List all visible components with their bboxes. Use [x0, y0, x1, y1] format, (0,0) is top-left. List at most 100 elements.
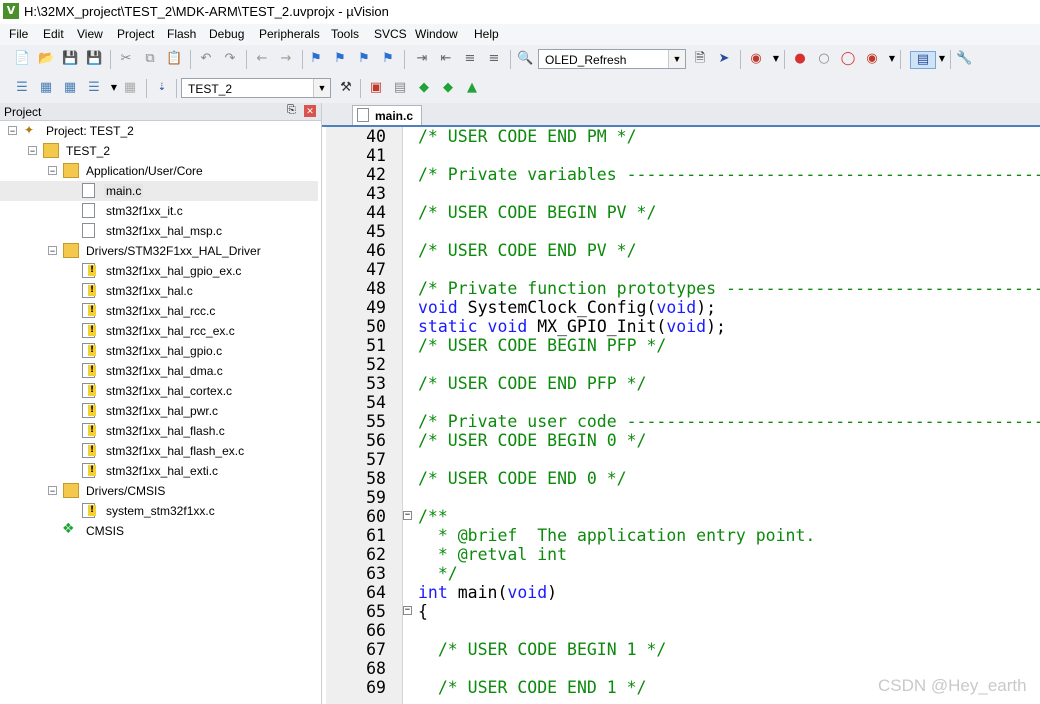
tree-file[interactable]: stm32f1xx_hal_pwr.c — [0, 401, 321, 421]
collapse-icon[interactable]: − — [48, 166, 57, 176]
code-line[interactable]: 63 */ — [322, 564, 1040, 583]
build-icon[interactable]: ▦ — [38, 80, 54, 96]
code-line[interactable]: 44 /* USER CODE BEGIN PV */ — [322, 203, 1040, 222]
window-layout-icon[interactable]: ▤ — [910, 51, 936, 69]
pin-icon[interactable]: ⎘ — [287, 104, 296, 117]
collapse-icon[interactable]: − — [8, 126, 17, 136]
unindent-icon[interactable]: ⇤ — [438, 51, 454, 67]
menu-tools[interactable]: Tools — [331, 27, 359, 41]
chevron-down-icon[interactable]: ▼ — [668, 50, 685, 68]
prev-bookmark-icon[interactable]: ⚑ — [332, 51, 348, 67]
tree-file[interactable]: stm32f1xx_hal_rcc.c — [0, 301, 321, 321]
batch-build-icon[interactable]: ☰ — [86, 80, 102, 96]
code-line[interactable]: 67 /* USER CODE BEGIN 1 */ — [322, 640, 1040, 659]
download-icon[interactable]: ⇣ — [154, 80, 170, 96]
tree-file[interactable]: main.c — [0, 181, 318, 201]
code-line[interactable]: 55 /* Private user code -----------------… — [322, 412, 1040, 431]
clear-bookmarks-icon[interactable]: ⚑ — [380, 51, 396, 67]
code-line[interactable]: 42 /* Private variables -----------------… — [322, 165, 1040, 184]
code-line[interactable]: 61 * @brief The application entry point. — [322, 526, 1040, 545]
target-options-icon[interactable]: ⚒ — [338, 80, 354, 96]
target-select[interactable]: TEST_2 ▼ — [181, 78, 331, 98]
paste-icon[interactable]: 📋 — [166, 51, 182, 67]
tree-file[interactable]: stm32f1xx_hal_gpio_ex.c — [0, 261, 321, 281]
code-line[interactable]: 66 — [322, 621, 1040, 640]
nav-forward-icon[interactable]: → — [278, 51, 294, 67]
tree-file[interactable]: stm32f1xx_hal_cortex.c — [0, 381, 321, 401]
tree-component[interactable]: ❖ CMSIS — [0, 521, 321, 541]
tree-file[interactable]: stm32f1xx_hal_rcc_ex.c — [0, 321, 321, 341]
tree-group[interactable]: − Drivers/STM32F1xx_HAL_Driver — [0, 241, 321, 261]
redo-icon[interactable]: ↷ — [222, 51, 238, 67]
enable-breakpoint-icon[interactable]: ○ — [816, 51, 832, 67]
disable-breakpoints-icon[interactable]: ◯ — [840, 51, 856, 67]
code-line[interactable]: 54 — [322, 393, 1040, 412]
code-line[interactable]: 52 — [322, 355, 1040, 374]
menu-debug[interactable]: Debug — [209, 27, 244, 41]
code-line[interactable]: 56 /* USER CODE BEGIN 0 */ — [322, 431, 1040, 450]
code-line[interactable]: 43 — [322, 184, 1040, 203]
collapse-icon[interactable]: − — [48, 486, 57, 496]
open-folder-icon[interactable]: 📂 — [38, 51, 54, 67]
find-in-files-icon[interactable]: 🔍 — [517, 51, 533, 67]
code-line[interactable]: 45 — [322, 222, 1040, 241]
tree-file[interactable]: stm32f1xx_hal_gpio.c — [0, 341, 321, 361]
code-line[interactable]: 49 void SystemClock_Config(void); — [322, 298, 1040, 317]
code-line[interactable]: 62 * @retval int — [322, 545, 1040, 564]
collapse-icon[interactable]: − — [28, 146, 37, 156]
code-line[interactable]: 60 −/** — [322, 507, 1040, 526]
close-icon[interactable]: ✕ — [304, 105, 316, 117]
nav-back-icon[interactable]: ← — [254, 51, 270, 67]
manage-project-items-icon[interactable]: ▣ — [368, 80, 384, 96]
indent-icon[interactable]: ⇥ — [414, 51, 430, 67]
code-line[interactable]: 51 /* USER CODE BEGIN PFP */ — [322, 336, 1040, 355]
menu-peripherals[interactable]: Peripherals — [259, 27, 320, 41]
comment-icon[interactable]: ≡ — [462, 51, 478, 67]
code-line[interactable]: 64 int main(void) — [322, 583, 1040, 602]
tree-file[interactable]: stm32f1xx_it.c — [0, 201, 321, 221]
tree-file[interactable]: stm32f1xx_hal_exti.c — [0, 461, 321, 481]
menu-project[interactable]: Project — [117, 27, 154, 41]
find-combo[interactable]: OLED_Refresh ▼ — [538, 49, 686, 69]
translate-icon[interactable]: ☰ — [14, 80, 30, 96]
menu-help[interactable]: Help — [474, 27, 499, 41]
tree-file[interactable]: stm32f1xx_hal_flash_ex.c — [0, 441, 321, 461]
save-icon[interactable]: 💾 — [62, 51, 78, 67]
manage-runtime-icon[interactable]: ◆ — [416, 80, 432, 96]
kill-breakpoints-icon[interactable]: ◉ — [864, 51, 880, 67]
collapse-icon[interactable]: − — [48, 246, 57, 256]
tree-file[interactable]: stm32f1xx_hal.c — [0, 281, 321, 301]
chevron-down-icon[interactable]: ▼ — [934, 51, 950, 67]
tree-file[interactable]: stm32f1xx_hal_dma.c — [0, 361, 321, 381]
select-pack-icon[interactable]: ▲ — [464, 80, 480, 96]
tree-group[interactable]: − Application/User/Core — [0, 161, 321, 181]
insert-breakpoint-icon[interactable]: ● — [792, 51, 808, 67]
code-line[interactable]: 41 — [322, 146, 1040, 165]
tree-root[interactable]: − ✦ Project: TEST_2 — [0, 121, 321, 141]
code-line[interactable]: 53 /* USER CODE END PFP */ — [322, 374, 1040, 393]
fold-toggle-icon[interactable]: − — [403, 511, 412, 520]
menu-flash[interactable]: Flash — [167, 27, 196, 41]
menu-svcs[interactable]: SVCS — [374, 27, 407, 41]
code-line[interactable]: 48 /* Private function prototypes -------… — [322, 279, 1040, 298]
new-file-icon[interactable]: 📄 — [14, 51, 30, 67]
code-line[interactable]: 46 /* USER CODE END PV */ — [322, 241, 1040, 260]
find-icon[interactable]: 🗎 — [692, 51, 708, 67]
menu-edit[interactable]: Edit — [43, 27, 64, 41]
code-line[interactable]: 59 — [322, 488, 1040, 507]
rebuild-icon[interactable]: ▦ — [62, 80, 78, 96]
code-line[interactable]: 50 static void MX_GPIO_Init(void); — [322, 317, 1040, 336]
chevron-down-icon[interactable]: ▼ — [884, 51, 900, 67]
tree-file[interactable]: stm32f1xx_hal_flash.c — [0, 421, 321, 441]
incremental-find-icon[interactable]: ➤ — [716, 51, 732, 67]
code-view[interactable]: 40 /* USER CODE END PM */ 41 42 /* Private v… — [322, 127, 1040, 704]
chevron-down-icon[interactable]: ▼ — [768, 51, 784, 67]
tab-main-c[interactable]: main.c — [352, 105, 422, 125]
tree-group[interactable]: − Drivers/CMSIS — [0, 481, 321, 501]
code-line[interactable]: 65 −{ — [322, 602, 1040, 621]
fold-toggle-icon[interactable]: − — [403, 606, 412, 615]
stop-build-icon[interactable]: ▦ — [122, 80, 138, 96]
save-all-icon[interactable]: 💾 — [86, 51, 102, 67]
code-line[interactable]: 58 /* USER CODE END 0 */ — [322, 469, 1040, 488]
menu-view[interactable]: View — [77, 27, 103, 41]
